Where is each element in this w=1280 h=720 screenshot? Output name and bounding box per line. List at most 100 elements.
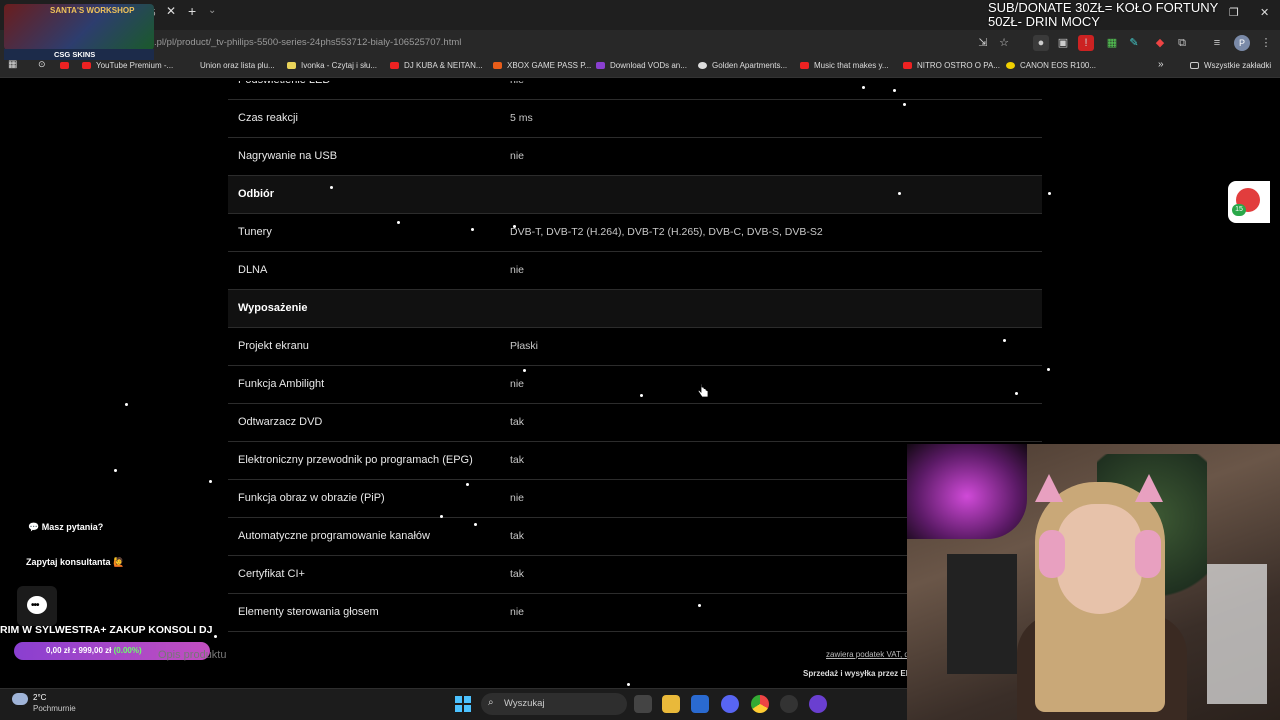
extension-icon[interactable]: ● <box>1033 35 1049 51</box>
twitch-icon <box>596 62 605 69</box>
search-icon: ⌕ <box>488 697 494 708</box>
headset-left <box>1039 530 1065 578</box>
spec-value: tak <box>510 568 525 580</box>
weather-description[interactable]: Pochmurnie <box>33 704 76 713</box>
bookmark-item[interactable]: Union oraz lista plu... <box>186 61 275 70</box>
menu-kebab-icon[interactable]: ⋮ <box>1258 35 1274 51</box>
bookmark-icon[interactable]: ⊙ <box>38 59 46 70</box>
spec-key: Tunery <box>238 226 272 238</box>
tab-search-icon[interactable]: ⌄ <box>208 5 216 16</box>
snowflake <box>903 103 906 106</box>
extensions-puzzle-icon[interactable]: ⧉ <box>1174 35 1190 51</box>
spec-key: Odbiór <box>238 188 275 200</box>
spec-key: Elektroniczny przewodnik po programach (… <box>238 454 473 466</box>
install-app-icon[interactable]: ⇲ <box>975 35 991 51</box>
spec-value: nie <box>510 378 525 390</box>
chat-dots-icon: ••• <box>31 600 39 611</box>
taskbar-search[interactable] <box>481 693 627 715</box>
streamer-face <box>1057 504 1142 614</box>
windows-taskbar <box>0 688 907 720</box>
chat-question-label[interactable]: 💬 Masz pytania? <box>28 522 103 533</box>
close-window-icon[interactable]: ✕ <box>1260 6 1269 19</box>
snowflake <box>698 604 701 607</box>
spec-row: Projekt ekranu Płaski <box>228 328 1042 366</box>
donate-line-1: SUB/DONATE 30ZŁ= KOŁO FORTUNY <box>988 0 1219 15</box>
spec-value: tak <box>510 416 525 428</box>
task-view-icon[interactable] <box>634 695 652 713</box>
extension-icon[interactable]: ! <box>1078 35 1094 51</box>
spec-key: Nagrywanie na USB <box>238 150 338 162</box>
reading-list-icon[interactable]: ≡ <box>1209 35 1225 51</box>
snowflake <box>898 192 901 195</box>
microphone <box>907 444 1027 539</box>
new-tab-icon[interactable]: + <box>188 3 196 19</box>
cloud-icon[interactable] <box>12 693 28 705</box>
snowflake <box>1015 392 1018 395</box>
spec-row: Funkcja Ambilight nie <box>228 366 1042 404</box>
extension-icon[interactable]: ◆ <box>1152 35 1168 51</box>
extension-icon[interactable]: ✎ <box>1126 35 1142 51</box>
vat-note-link[interactable]: zawiera podatek VAT, d <box>826 650 909 659</box>
snowflake <box>125 403 128 406</box>
webcam-feed <box>907 444 1280 720</box>
snowflake <box>640 394 643 397</box>
spec-key: Wyposażenie <box>238 302 308 314</box>
spec-value: tak <box>510 530 525 542</box>
close-tab-icon[interactable]: ✕ <box>164 4 178 22</box>
weather-temperature[interactable]: 2°C <box>33 693 46 702</box>
spec-value: Płaski <box>510 340 539 352</box>
stream-goal-title: RIM W SYLWESTRA+ ZAKUP KONSOLI DJ <box>0 624 213 636</box>
spec-row: Odtwarzacz DVD tak <box>228 404 1042 442</box>
snowflake <box>214 635 217 638</box>
bookmark-icon[interactable] <box>60 61 74 70</box>
bookmark-item[interactable]: NITRO OSTRO O PA... <box>903 61 1000 70</box>
apps-grid-icon[interactable]: ▦ <box>8 59 17 70</box>
bookmark-item[interactable]: YouTube Premium -... <box>82 61 173 70</box>
app-icon[interactable] <box>780 695 798 713</box>
bookmark-item[interactable]: XBOX GAME PASS P... <box>493 61 591 70</box>
snowflake <box>1048 192 1051 195</box>
spec-section-header: Odbiór <box>228 176 1042 214</box>
bookmark-item[interactable]: Music that makes y... <box>800 61 889 70</box>
bookmark-item[interactable]: Ivonka - Czytaj i słu... <box>287 61 377 70</box>
spec-key: Czas reakcji <box>238 112 298 124</box>
bookmark-item[interactable]: CANON EOS R100... <box>1006 61 1096 70</box>
windows-start-icon[interactable] <box>455 696 471 712</box>
spec-value: nie <box>510 150 525 162</box>
url-field[interactable]: .pl/pl/product/_tv-philips-5500-series-2… <box>154 37 461 48</box>
snowflake <box>471 228 474 231</box>
snowflake <box>330 186 333 189</box>
more-bookmarks-icon[interactable]: » <box>1158 59 1164 70</box>
taskbar-search-placeholder[interactable]: Wyszukaj <box>504 698 545 709</box>
spec-key: Elementy sterowania głosem <box>238 606 379 618</box>
snowflake <box>513 225 516 228</box>
restore-window-icon[interactable]: ❐ <box>1229 6 1239 19</box>
extension-icon[interactable]: ▦ <box>1104 35 1120 51</box>
bookmark-item[interactable]: DJ KUBA & NEITAN... <box>390 61 483 70</box>
store-icon[interactable] <box>691 695 709 713</box>
spec-key: Odtwarzacz DVD <box>238 416 323 428</box>
extension-icon[interactable]: ▣ <box>1055 35 1071 51</box>
spec-row: Podświetlenie LED nie <box>228 81 1042 100</box>
stream-goal-value: 0,00 zł z 999,00 zł (0.00%) <box>46 646 142 655</box>
bookmark-icon <box>1006 62 1015 69</box>
folder-icon <box>1190 62 1199 69</box>
csg-label: CSG SKINS <box>54 50 96 59</box>
file-explorer-icon[interactable] <box>662 695 680 713</box>
profile-avatar[interactable]: P <box>1234 35 1250 51</box>
snowflake <box>893 89 896 92</box>
product-description-tab[interactable]: Opis produktu <box>158 649 226 661</box>
bookmarks-bar: ▦ ⊙ YouTube Premium -... Union oraz list… <box>0 56 1280 78</box>
bookmark-item[interactable]: Golden Apartments... <box>698 61 787 70</box>
hand-cursor-icon <box>697 383 709 398</box>
app-icon[interactable] <box>809 695 827 713</box>
snowflake <box>440 515 443 518</box>
ask-consultant-link[interactable]: Zapytaj konsultanta 🙋 <box>26 557 124 568</box>
bookmark-item[interactable]: Download VODs an... <box>596 61 687 70</box>
bookmark-star-icon[interactable]: ☆ <box>996 35 1012 51</box>
discord-icon[interactable] <box>721 695 739 713</box>
chrome-icon[interactable] <box>751 695 769 713</box>
stream-logo-title: SANTA'S WORKSHOP <box>50 6 135 15</box>
all-bookmarks-folder[interactable]: Wszystkie zakładki <box>1190 61 1271 70</box>
spec-value: tak <box>510 454 525 466</box>
